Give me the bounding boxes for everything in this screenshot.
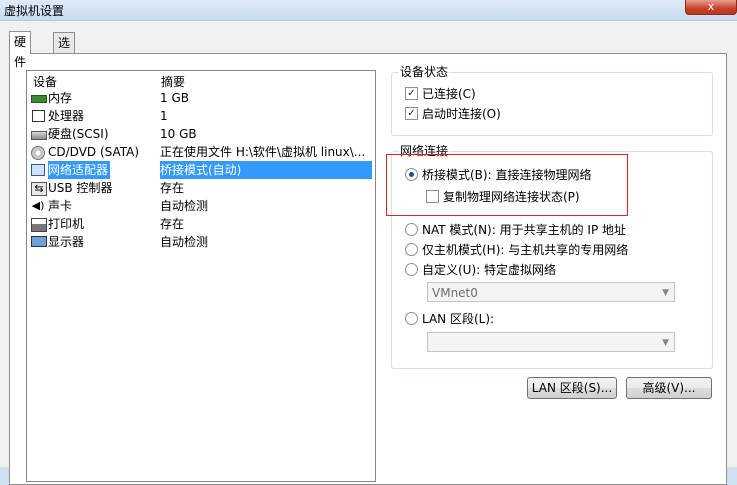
connect-on-power-label: 启动时连接(O)	[422, 106, 501, 121]
hostonly-radio[interactable]: 仅主机模式(H): 与主机共享的专用网络	[405, 241, 628, 257]
vmnet-select[interactable]: VMnet0 ▼	[427, 282, 675, 302]
vmnet-value: VMnet0	[432, 286, 478, 300]
usb-icon: ⇆	[31, 182, 47, 196]
device-summary: 桥接模式(自动)	[160, 161, 372, 179]
nat-label: NAT 模式(N): 用于共享主机的 IP 地址	[422, 222, 627, 237]
device-summary: 存在	[160, 217, 185, 231]
device-list-header: 设备 摘要	[27, 71, 375, 90]
device-row-sound[interactable]: ◀) 声卡 自动检测	[27, 197, 375, 215]
device-row-cdrom[interactable]: CD/DVD (SATA) 正在使用文件 H:\软件\虚拟机 linux\...	[27, 143, 375, 161]
device-name: 声卡	[48, 199, 73, 213]
device-row-printer[interactable]: 打印机 存在	[27, 215, 375, 233]
custom-label: 自定义(U): 特定虚拟网络	[422, 262, 557, 277]
device-name: 网络适配器	[46, 160, 112, 180]
radio-icon	[405, 311, 418, 325]
cpu-icon	[32, 110, 45, 122]
device-status-title: 设备状态	[399, 65, 450, 79]
hardware-panel: 设备 摘要 内存 1 GB 处理器 1 硬盘(SCSI) 10 GB CD/DV…	[9, 53, 727, 485]
radio-icon	[405, 262, 418, 276]
advanced-button[interactable]: 高级(V)...	[626, 377, 712, 399]
memory-icon	[31, 95, 47, 103]
radio-icon	[405, 222, 418, 236]
connected-checkbox[interactable]: ✓ 已连接(C)	[405, 85, 476, 101]
hostonly-label: 仅主机模式(H): 与主机共享的专用网络	[422, 242, 629, 257]
device-row-display[interactable]: 显示器 自动检测	[27, 233, 375, 251]
dialog-client: 硬件 选项 设备 摘要 内存 1 GB 处理器 1	[0, 21, 737, 485]
device-summary: 正在使用文件 H:\软件\虚拟机 linux\...	[160, 145, 366, 159]
device-name: 硬盘(SCSI)	[48, 127, 109, 141]
lan-segments-button[interactable]: LAN 区段(S)...	[527, 377, 617, 399]
device-summary: 1	[160, 109, 168, 123]
lan-segment-label: LAN 区段(L):	[422, 311, 495, 326]
connect-on-power-checkbox[interactable]: ✓ 启动时连接(O)	[405, 105, 501, 121]
window-title: 虚拟机设置	[4, 4, 65, 18]
connected-label: 已连接(C)	[422, 86, 476, 101]
custom-radio[interactable]: 自定义(U): 特定虚拟网络	[405, 261, 556, 277]
device-list[interactable]: 设备 摘要 内存 1 GB 处理器 1 硬盘(SCSI) 10 GB CD/DV…	[26, 70, 376, 482]
nat-radio[interactable]: NAT 模式(N): 用于共享主机的 IP 地址	[405, 221, 626, 237]
checkmark-icon: ✓	[405, 106, 418, 120]
device-name: CD/DVD (SATA)	[48, 145, 140, 159]
title-bar: 虚拟机设置 x	[0, 0, 737, 21]
printer-icon	[31, 218, 47, 232]
highlight-box	[386, 154, 628, 216]
close-button[interactable]: x	[685, 0, 737, 15]
device-row-usb[interactable]: ⇆ USB 控制器 存在	[27, 179, 375, 197]
device-name: 内存	[48, 91, 73, 105]
column-device[interactable]: 设备	[33, 73, 57, 90]
device-rows: 内存 1 GB 处理器 1 硬盘(SCSI) 10 GB CD/DVD (SAT…	[27, 89, 375, 251]
sound-icon: ◀)	[31, 199, 45, 212]
device-summary: 存在	[160, 181, 185, 195]
lan-segment-select[interactable]: ▼	[427, 332, 675, 352]
tab-options[interactable]: 选项	[53, 32, 76, 70]
device-row-memory[interactable]: 内存 1 GB	[27, 89, 375, 107]
checkmark-icon: ✓	[405, 86, 418, 100]
device-status-group: 设备状态 ✓ 已连接(C) ✓ 启动时连接(O)	[391, 65, 713, 136]
radio-icon	[405, 242, 418, 256]
network-adapter-icon	[31, 164, 45, 176]
tab-hardware[interactable]: 硬件	[9, 31, 32, 69]
chevron-down-icon: ▼	[662, 338, 669, 348]
chevron-down-icon: ▼	[662, 288, 669, 298]
column-summary[interactable]: 摘要	[161, 73, 185, 90]
lan-segment-radio[interactable]: LAN 区段(L):	[405, 310, 494, 326]
cdrom-icon	[31, 146, 45, 160]
device-summary: 自动检测	[160, 199, 209, 213]
device-row-processor[interactable]: 处理器 1	[27, 107, 375, 125]
harddisk-icon	[31, 131, 47, 140]
device-name: 显示器	[48, 235, 85, 249]
display-icon	[31, 236, 47, 247]
device-row-harddisk[interactable]: 硬盘(SCSI) 10 GB	[27, 125, 375, 143]
device-name: USB 控制器	[48, 181, 113, 195]
device-name: 打印机	[48, 217, 85, 231]
device-row-network-adapter[interactable]: 网络适配器 桥接模式(自动)	[27, 160, 375, 180]
device-name: 处理器	[48, 109, 85, 123]
device-summary: 1 GB	[160, 91, 189, 105]
device-summary: 自动检测	[160, 235, 209, 249]
device-summary: 10 GB	[160, 127, 197, 141]
